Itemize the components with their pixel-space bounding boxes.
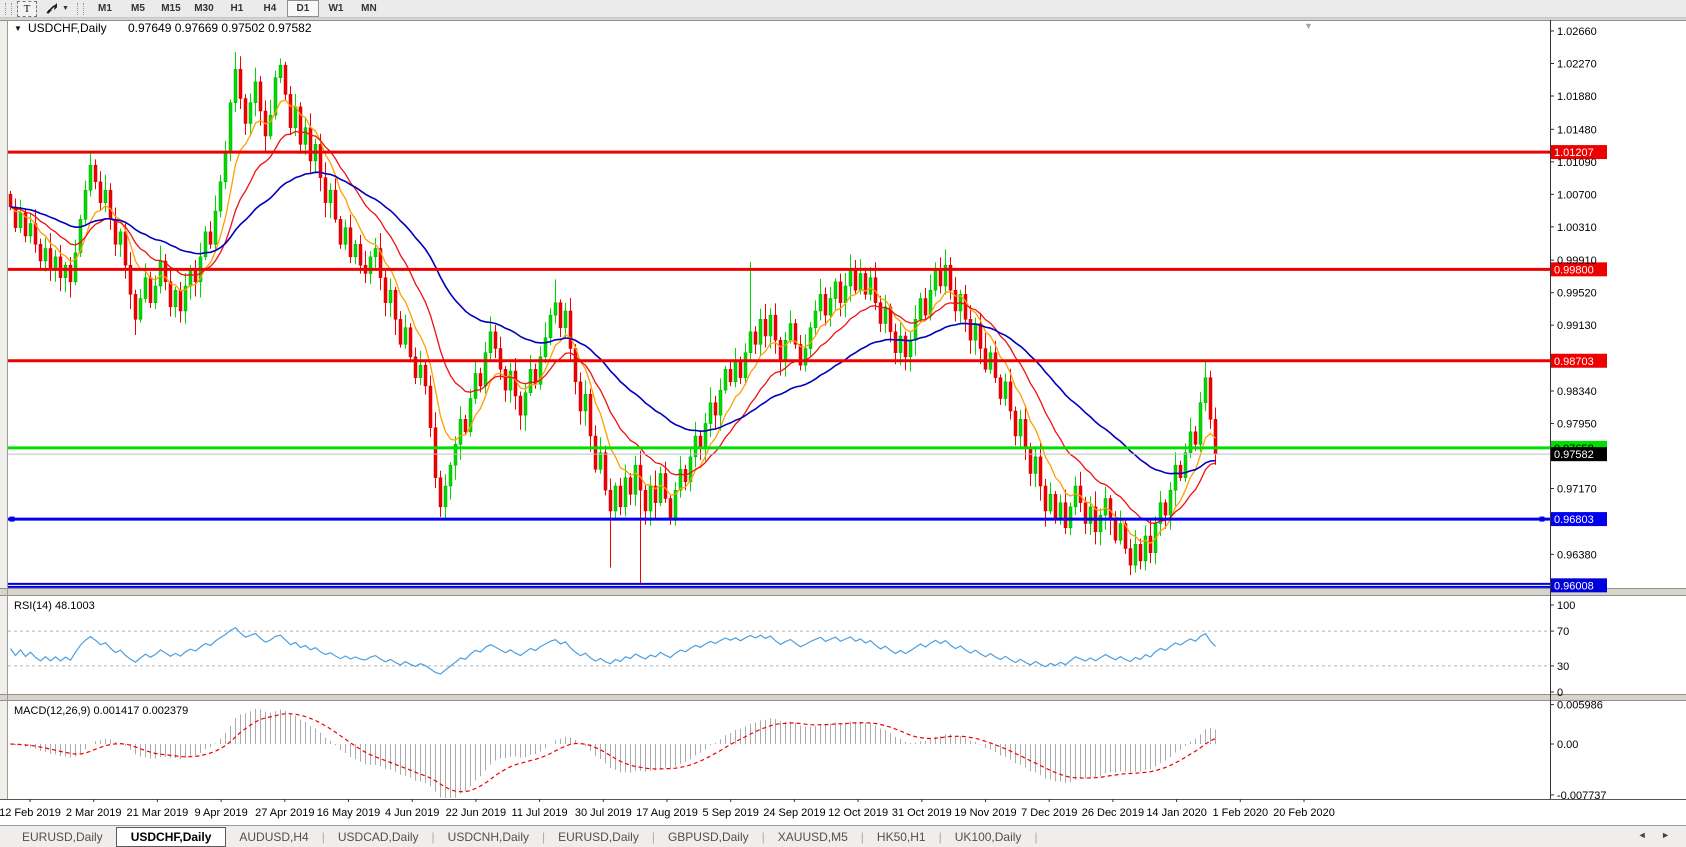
chart-title-ohlc: 0.97649 0.97669 0.97502 0.97582 bbox=[128, 21, 312, 35]
price-tick-label: 1.02270 bbox=[1557, 59, 1597, 71]
date-tick-label: 31 Oct 2019 bbox=[892, 807, 952, 819]
price-tick-label: 0.99520 bbox=[1557, 288, 1597, 300]
chart-menu-caret-icon[interactable]: ▼ bbox=[14, 24, 22, 33]
date-tick-label: 9 Apr 2019 bbox=[194, 807, 247, 819]
date-tick-label: 7 Dec 2019 bbox=[1021, 807, 1077, 819]
macd-tick-label: 0.005986 bbox=[1557, 700, 1603, 712]
date-tick-label: 27 Apr 2019 bbox=[255, 807, 314, 819]
date-tick-label: 5 Sep 2019 bbox=[703, 807, 759, 819]
chart-tab-audusd-h4[interactable]: AUDUSD,H4 bbox=[227, 828, 320, 846]
text-tool-button[interactable]: T bbox=[17, 0, 37, 17]
date-tick-label: 30 Jul 2019 bbox=[575, 807, 632, 819]
timeframe-button-w1[interactable]: W1 bbox=[320, 0, 352, 17]
chart-tab-hk50-h1[interactable]: HK50,H1 bbox=[865, 828, 938, 846]
tab-divider: | bbox=[431, 829, 435, 844]
price-tick-label: 1.02660 bbox=[1557, 26, 1597, 38]
svg-text:0.97582: 0.97582 bbox=[1554, 449, 1594, 461]
price-tick-label: 0.97950 bbox=[1557, 419, 1597, 431]
chart-tab-xauusd-m5[interactable]: XAUUSD,M5 bbox=[766, 828, 860, 846]
chart-tab-eurusd-daily[interactable]: EURUSD,Daily bbox=[10, 828, 115, 846]
chart-tab-bar: EURUSD,Daily USDCHF,Daily AUDUSD,H4 | USDCAD… bbox=[0, 825, 1686, 847]
rsi-label: RSI(14) 48.1003 bbox=[14, 600, 95, 612]
svg-text:0.98703: 0.98703 bbox=[1554, 356, 1594, 368]
rsi-tick-label: 70 bbox=[1557, 626, 1569, 638]
tab-divider: | bbox=[860, 829, 864, 844]
date-tick-label: 2 Mar 2019 bbox=[66, 807, 122, 819]
tab-scroll-left-button[interactable]: ◄ bbox=[1638, 830, 1653, 840]
rsi-tick-label: 30 bbox=[1557, 661, 1569, 673]
price-tick-label: 0.96380 bbox=[1557, 549, 1597, 561]
chart-canvas[interactable]: ▼1.012070.998000.987030.976580.975820.96… bbox=[0, 18, 1686, 825]
tab-divider: | bbox=[761, 829, 765, 844]
date-tick-label: 26 Dec 2019 bbox=[1082, 807, 1144, 819]
timeframe-button-h4[interactable]: H4 bbox=[254, 0, 286, 17]
date-tick-label: 21 Mar 2019 bbox=[127, 807, 189, 819]
timeframe-button-m1[interactable]: M1 bbox=[89, 0, 121, 17]
date-tick-label: 17 Aug 2019 bbox=[636, 807, 698, 819]
chart-shift-marker-icon[interactable]: ▼ bbox=[1304, 21, 1313, 31]
macd-tick-label: 0.00 bbox=[1557, 739, 1578, 751]
date-tick-label: 12 Oct 2019 bbox=[828, 807, 888, 819]
swap-arrows-icon bbox=[46, 3, 58, 14]
svg-text:0.96008: 0.96008 bbox=[1554, 580, 1594, 592]
timeframe-button-m30[interactable]: M30 bbox=[188, 0, 220, 17]
timeframe-button-mn[interactable]: MN bbox=[353, 0, 385, 17]
chart-title-symbol: USDCHF,Daily bbox=[28, 21, 107, 35]
date-tick-label: 14 Jan 2020 bbox=[1146, 807, 1207, 819]
chart-tab-usdcnh-daily[interactable]: USDCNH,Daily bbox=[436, 828, 541, 846]
price-tick-label: 0.98340 bbox=[1557, 386, 1597, 398]
timeframe-button-m5[interactable]: M5 bbox=[122, 0, 154, 17]
price-tick-label: 1.00700 bbox=[1557, 189, 1597, 201]
dropdown-caret-icon: ▼ bbox=[62, 5, 69, 12]
tab-divider: | bbox=[938, 829, 942, 844]
date-tick-label: 20 Feb 2020 bbox=[1273, 807, 1335, 819]
chart-tab-usdcad-daily[interactable]: USDCAD,Daily bbox=[326, 828, 431, 846]
price-tick-label: 1.00310 bbox=[1557, 222, 1597, 234]
chart-tab-uk100-daily[interactable]: UK100,Daily bbox=[943, 828, 1034, 846]
chart-tab-usdchf-daily[interactable]: USDCHF,Daily bbox=[115, 826, 227, 847]
price-tick-label: 0.97170 bbox=[1557, 484, 1597, 496]
price-tick-label: 1.01880 bbox=[1557, 91, 1597, 103]
chart-tab-eurusd-daily[interactable]: EURUSD,Daily bbox=[546, 828, 651, 846]
date-tick-label: 11 Jul 2019 bbox=[512, 807, 568, 819]
timeframe-bar: M1 M5 M15 M30 H1 H4 D1 W1 MN bbox=[89, 0, 385, 17]
toolbar-grip[interactable] bbox=[5, 2, 12, 15]
macd-label: MACD(12,26,9) 0.001417 0.002379 bbox=[14, 705, 188, 717]
tab-divider: | bbox=[651, 829, 655, 844]
timeframe-button-h1[interactable]: H1 bbox=[221, 0, 253, 17]
date-tick-label: 1 Feb 2020 bbox=[1212, 807, 1268, 819]
tab-scroll-right-button[interactable]: ► bbox=[1661, 830, 1676, 840]
date-tick-label: 22 Jun 2019 bbox=[446, 807, 507, 819]
price-tick-label: 1.01480 bbox=[1557, 124, 1597, 136]
toolbar-grip[interactable] bbox=[76, 2, 84, 15]
rsi-tick-label: 100 bbox=[1557, 600, 1575, 612]
price-tick-label: 0.99910 bbox=[1557, 255, 1597, 267]
chart-tab-gbpusd-daily[interactable]: GBPUSD,Daily bbox=[656, 828, 761, 846]
date-tick-label: 4 Jun 2019 bbox=[385, 807, 439, 819]
price-tick-label: 1.01090 bbox=[1557, 157, 1597, 169]
rsi-tick-label: 0 bbox=[1557, 687, 1563, 699]
price-tick-label: 0.99130 bbox=[1557, 320, 1597, 332]
timeframe-button-d1[interactable]: D1 bbox=[286, 0, 319, 17]
timeframe-button-m15[interactable]: M15 bbox=[155, 0, 187, 17]
date-tick-label: 12 Feb 2019 bbox=[0, 807, 61, 819]
tab-divider: | bbox=[542, 829, 546, 844]
tab-divider: | bbox=[321, 829, 325, 844]
date-tick-label: 19 Nov 2019 bbox=[954, 807, 1016, 819]
svg-text:0.96803: 0.96803 bbox=[1554, 514, 1594, 526]
macd-tick-label: -0.007737 bbox=[1557, 790, 1607, 802]
date-tick-label: 16 May 2019 bbox=[317, 807, 381, 819]
top-toolbar: T ▼ M1 M5 M15 M30 H1 H4 D1 W1 MN bbox=[0, 0, 1686, 18]
tab-divider: | bbox=[1034, 829, 1038, 844]
date-tick-label: 24 Sep 2019 bbox=[763, 807, 825, 819]
autotrade-arrows-button[interactable]: ▼ bbox=[42, 0, 72, 17]
